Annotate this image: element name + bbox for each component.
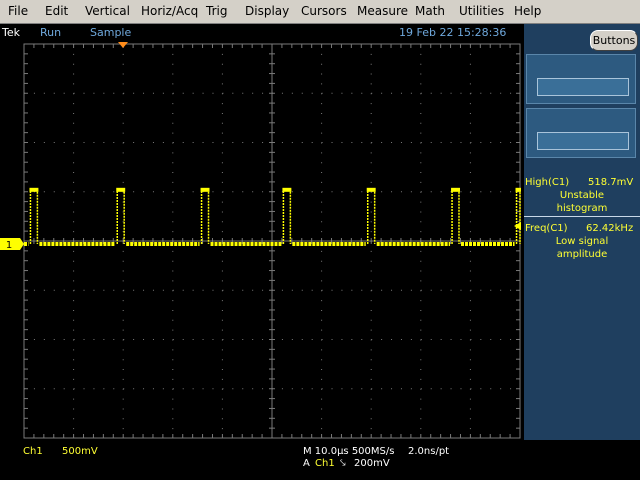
trigger-slope-icon: ⤥ [340, 458, 346, 469]
menu-trig[interactable]: Trig [206, 0, 227, 23]
control-slot-2-field[interactable] [537, 132, 629, 150]
acq-mode[interactable]: Sample [90, 26, 131, 40]
trace-pulse-top [451, 187, 460, 192]
buttons-button[interactable]: Buttons [590, 30, 638, 51]
trace-pulse-top [515, 187, 521, 192]
trigger-source[interactable]: Ch1 [315, 458, 335, 470]
trace-pulse-top [200, 187, 210, 192]
measurement-freq-status-2: amplitude [556, 249, 608, 260]
measurement-high-value: 518.7mV [588, 177, 634, 188]
trace-pulse-top [282, 187, 292, 192]
graticule-display[interactable]: 1 [0, 42, 524, 440]
trigger-prefix: A [303, 458, 310, 469]
trigger-level-icon[interactable] [514, 222, 521, 230]
channel-1-marker-arrow [20, 238, 24, 250]
menu-help[interactable]: Help [514, 0, 541, 23]
channel-scale[interactable]: 500mV [62, 446, 98, 458]
trace-pulse-top [366, 187, 376, 192]
trace-pulse [29, 189, 39, 244]
measurement-high-status-1: Unstable [559, 190, 605, 201]
menu-horiz-acq[interactable]: Horiz/Acq [141, 0, 198, 23]
control-slot-1-field[interactable] [537, 78, 629, 96]
trigger-level[interactable]: 200mV [354, 458, 390, 470]
menu-vertical[interactable]: Vertical [85, 0, 130, 23]
bottom-readout: Ch1 500mV M 10.0µs 500MS/s 2.0ns/pt A Ch… [0, 440, 640, 480]
status-bar: Tek Run Sample 19 Feb 22 15:28:36 [0, 24, 524, 42]
control-slot-2[interactable] [526, 108, 636, 158]
channel-1-marker[interactable]: 1 [0, 238, 24, 251]
channel-label[interactable]: Ch1 [23, 446, 43, 458]
trace-pulse [116, 189, 125, 244]
menu-math[interactable]: Math [415, 0, 445, 23]
measurement-freq[interactable]: Freq(C1) 62.42kHz Low signal amplitude [524, 220, 640, 262]
measurement-freq-value: 62.42kHz [586, 223, 634, 234]
run-state[interactable]: Run [40, 26, 61, 40]
menu-display[interactable]: Display [245, 0, 289, 23]
trace-pulse [451, 189, 460, 244]
readout-panel: Buttons High(C1) 518.7mV Unstable histog… [524, 24, 640, 440]
trigger-position-icon[interactable] [118, 42, 128, 48]
measurement-freq-status-1: Low signal [555, 236, 609, 247]
trace-pulse [200, 189, 210, 244]
control-slot-1[interactable] [526, 54, 636, 104]
date-time: 19 Feb 22 15:28:36 [399, 26, 507, 39]
brand-label: Tek [2, 26, 20, 39]
menu-bar: File Edit Vertical Horiz/Acq Trig Displa… [0, 0, 640, 24]
menu-utilities[interactable]: Utilities [459, 0, 504, 23]
trace-pulse [282, 189, 292, 244]
menu-cursors[interactable]: Cursors [301, 0, 347, 23]
measurement-freq-label: Freq(C1) [525, 223, 568, 234]
trace-pulse [515, 189, 521, 244]
trace-pulse-top [29, 187, 39, 192]
measurement-high[interactable]: High(C1) 518.7mV Unstable histogram [524, 174, 640, 217]
channel-1-marker-label: 1 [6, 240, 12, 251]
menu-edit[interactable]: Edit [45, 0, 68, 23]
trace-pulse-top [116, 187, 126, 192]
menu-file[interactable]: File [8, 0, 28, 23]
measurement-high-status-2: histogram [556, 203, 608, 214]
measurement-high-label: High(C1) [525, 177, 570, 188]
sample-interval: 2.0ns/pt [408, 446, 450, 457]
timebase-readout[interactable]: M 10.0µs 500MS/s [303, 446, 394, 458]
menu-measure[interactable]: Measure [357, 0, 408, 23]
trace-pulse [366, 189, 376, 244]
